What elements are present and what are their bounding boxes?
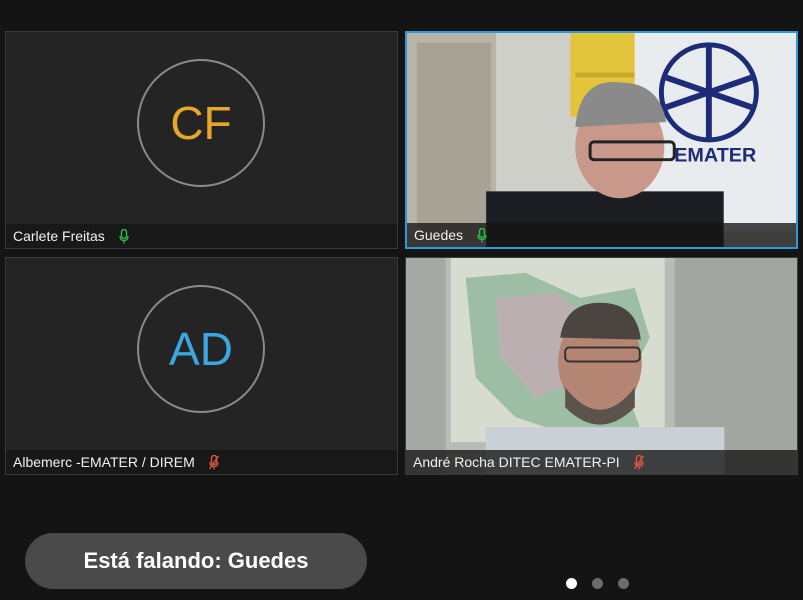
mic-icon: [119, 228, 129, 243]
participant-tile-albemerc[interactable]: AD Albemerc -EMATER / DIREM: [5, 257, 398, 475]
participant-name: Albemerc -EMATER / DIREM: [13, 454, 195, 470]
mic-muted-icon: [633, 454, 644, 469]
page-indicator[interactable]: [566, 578, 629, 589]
active-speaker-text: Está falando: Guedes: [83, 548, 309, 573]
avatar: AD: [137, 285, 265, 413]
page-dot-2[interactable]: [592, 578, 603, 589]
svg-text:EMATER: EMATER: [674, 145, 756, 167]
name-label-bar: Carlete Freitas: [6, 224, 397, 248]
participant-tile-andre[interactable]: André Rocha DITEC EMATER-PI: [405, 257, 798, 475]
participant-video: EMATER: [407, 33, 796, 247]
participant-name: Guedes: [414, 227, 464, 243]
name-label-bar: Albemerc -EMATER / DIREM: [6, 450, 397, 474]
participant-name: Carlete Freitas: [13, 228, 105, 244]
avatar: CF: [137, 59, 265, 187]
page-dot-1[interactable]: [566, 578, 577, 589]
participant-name: André Rocha DITEC EMATER-PI: [413, 454, 620, 470]
mic-muted-icon: [208, 454, 219, 469]
participant-tile-carlete[interactable]: CF Carlete Freitas: [5, 31, 398, 249]
active-speaker-banner: Está falando: Guedes: [25, 533, 367, 589]
avatar-initials: CF: [170, 97, 232, 149]
page-dot-3[interactable]: [618, 578, 629, 589]
participant-tile-guedes[interactable]: EMATER Guedes: [405, 31, 798, 249]
participant-video: [406, 258, 797, 474]
name-label-bar: Guedes: [407, 223, 796, 247]
name-label-bar: André Rocha DITEC EMATER-PI: [406, 450, 797, 474]
avatar-initials: AD: [169, 323, 233, 375]
mic-icon: [477, 227, 487, 242]
